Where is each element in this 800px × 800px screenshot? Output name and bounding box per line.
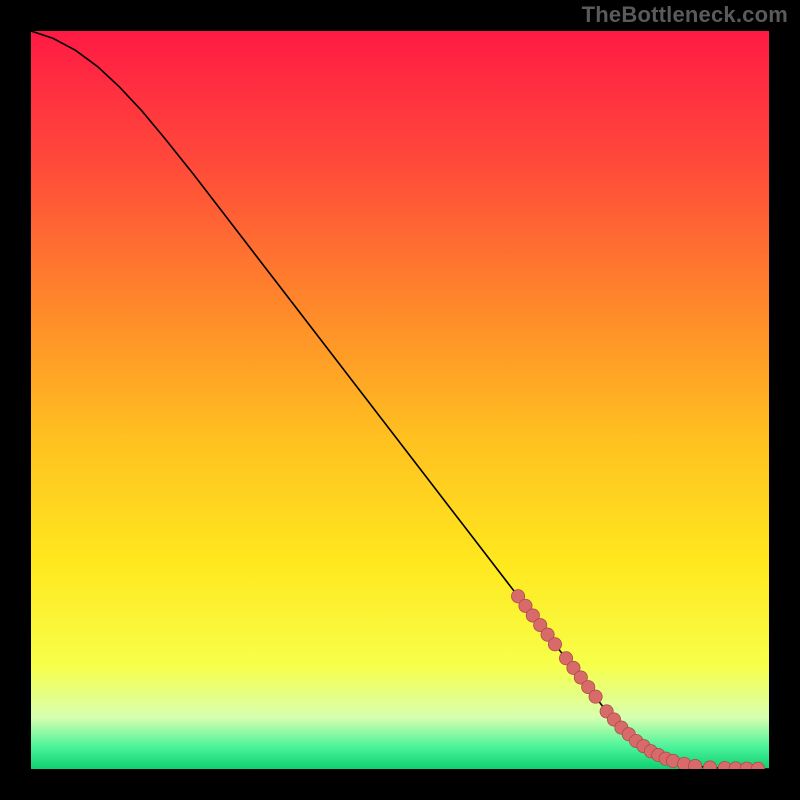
- marker-dot: [548, 638, 561, 651]
- marker-dot: [689, 759, 702, 769]
- marker-dot: [589, 690, 602, 703]
- chart-frame: TheBottleneck.com: [0, 0, 800, 800]
- chart-plot: [31, 31, 769, 769]
- watermark-text: TheBottleneck.com: [582, 2, 788, 28]
- plot-background: [31, 31, 769, 769]
